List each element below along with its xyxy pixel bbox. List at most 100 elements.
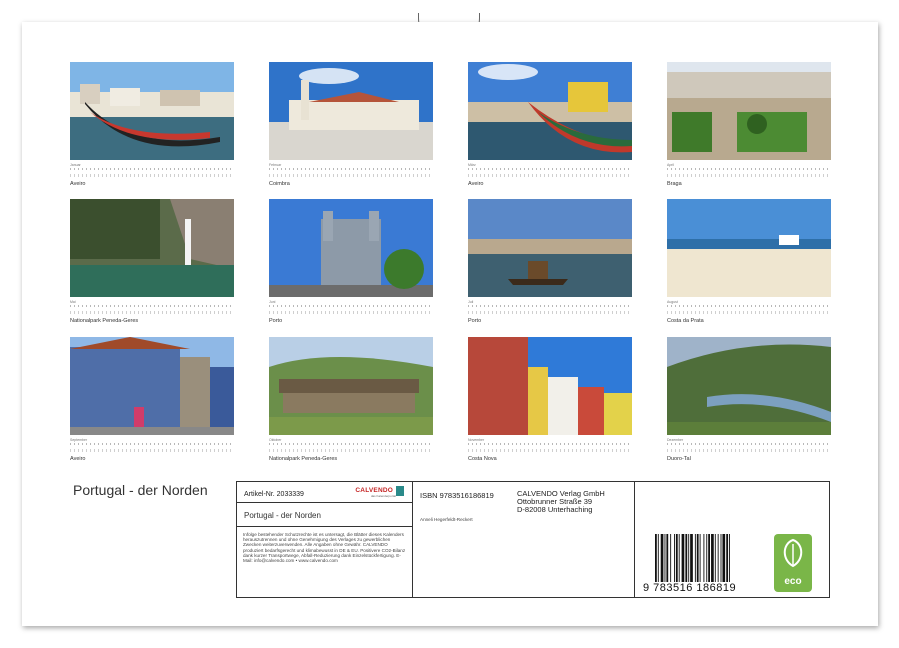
month-tile: September Aveiro <box>70 337 234 462</box>
month-photo <box>269 62 433 160</box>
month-tile: November Costa Nova <box>468 337 632 462</box>
month-name: April <box>667 163 675 167</box>
calvendo-logo-sub: das Kalenderportal <box>370 494 396 498</box>
calendar-title: Portugal - der Norden <box>73 482 208 498</box>
leaf-icon <box>783 538 803 568</box>
month-photo <box>667 199 831 297</box>
divider <box>237 502 412 503</box>
month-name: Mai <box>70 300 76 304</box>
month-tile: Februar Coimbra <box>269 62 433 187</box>
month-tile: August Costa da Prata <box>667 199 831 324</box>
month-tile: Januar Aveiro <box>70 62 234 187</box>
month-name: Juli <box>468 300 474 304</box>
author: Anneli Hegerfeldt-Reckert <box>420 517 473 522</box>
month-caption: Porto <box>468 318 482 324</box>
month-name: Januar <box>70 163 81 167</box>
month-photo <box>70 337 234 435</box>
day-strip <box>667 449 831 452</box>
barcode-bar <box>717 534 719 582</box>
day-strip <box>667 311 831 314</box>
month-photo <box>269 337 433 435</box>
day-strip <box>269 174 433 177</box>
month-photo <box>468 199 632 297</box>
month-tile: April Braga <box>667 62 831 187</box>
barcode-bar <box>703 534 705 582</box>
month-caption: Aveiro <box>70 181 86 187</box>
month-caption: Nationalpark Peneda-Geres <box>70 318 139 324</box>
barcode-bar <box>670 534 672 582</box>
info-column-barcode: 9 783516 186819 eco <box>635 482 829 597</box>
month-tile: Juni Porto <box>269 199 433 324</box>
month-name: März <box>468 163 476 167</box>
barcode-bar <box>729 534 730 582</box>
month-name: Oktober <box>269 438 282 442</box>
barcode-bar <box>678 534 680 582</box>
day-strip <box>468 311 632 314</box>
month-name: November <box>468 438 485 442</box>
info-box: Artikel-Nr. 2033339 CALVENDO das Kalende… <box>236 481 830 598</box>
month-name: August <box>667 300 678 304</box>
barcode-bar <box>655 534 657 582</box>
barcode-bar <box>726 534 729 582</box>
month-photo <box>70 62 234 160</box>
barcode-bar <box>720 534 722 582</box>
day-strip <box>70 311 234 314</box>
month-caption: Porto <box>269 318 283 324</box>
month-tile: Dezember Duoro-Tal <box>667 337 831 462</box>
publisher-address: CALVENDO Verlag GmbH Ottobrunner Straße … <box>517 490 605 514</box>
month-caption: Braga <box>667 181 682 187</box>
barcode-bar <box>714 534 716 582</box>
month-photo <box>269 199 433 297</box>
month-tile: Mai Nationalpark Peneda-Geres <box>70 199 234 324</box>
eco-label: eco <box>784 576 802 587</box>
day-strip <box>667 174 831 177</box>
barcode-bar <box>706 534 708 582</box>
barcode-digits: 9 783516 186819 <box>643 582 737 594</box>
info-subtitle: Portugal - der Norden <box>244 511 321 520</box>
barcode-bar <box>664 534 666 582</box>
month-photo <box>667 62 831 160</box>
calvendo-logo: CALVENDO <box>355 487 393 494</box>
barcode-bar <box>688 534 690 582</box>
month-photo <box>667 337 831 435</box>
month-tile: Juli Porto <box>468 199 632 324</box>
barcode-bar <box>711 534 714 582</box>
info-column-publisher: ISBN 9783516186819 CALVENDO Verlag GmbH … <box>413 482 635 597</box>
publisher-line: D-82008 Unterhaching <box>517 505 593 514</box>
barcode-bar <box>722 534 726 582</box>
calvendo-logo-icon <box>396 486 404 496</box>
day-strip <box>468 449 632 452</box>
info-column-article: Artikel-Nr. 2033339 CALVENDO das Kalende… <box>237 482 413 597</box>
day-strip <box>70 174 234 177</box>
month-name: Februar <box>269 163 282 167</box>
month-photo <box>468 62 632 160</box>
month-caption: Aveiro <box>468 181 484 187</box>
barcode-bar <box>666 534 669 582</box>
month-name: Juni <box>269 300 276 304</box>
month-photo <box>70 199 234 297</box>
month-caption: Coimbra <box>269 181 290 187</box>
month-caption: Costa Nova <box>468 456 497 462</box>
barcode-bar <box>690 534 693 582</box>
barcode-bar <box>681 534 685 582</box>
barcode <box>655 534 730 582</box>
month-name: Dezember <box>667 438 684 442</box>
day-strip <box>70 449 234 452</box>
divider <box>237 526 412 527</box>
barcode-bar <box>660 534 664 582</box>
day-strip <box>269 311 433 314</box>
eco-badge: eco <box>774 534 812 592</box>
barcode-bar <box>708 534 710 582</box>
month-tile: März Aveiro <box>468 62 632 187</box>
day-strip <box>269 449 433 452</box>
barcode-bar <box>675 534 678 582</box>
barcode-bar <box>657 534 659 582</box>
month-caption: Duoro-Tal <box>667 456 691 462</box>
barcode-bar <box>694 534 696 582</box>
month-name: September <box>70 438 88 442</box>
month-caption: Nationalpark Peneda-Geres <box>269 456 338 462</box>
day-strip <box>468 174 632 177</box>
isbn: ISBN 9783516186819 <box>420 491 494 500</box>
barcode-bar <box>685 534 688 582</box>
month-photo <box>468 337 632 435</box>
